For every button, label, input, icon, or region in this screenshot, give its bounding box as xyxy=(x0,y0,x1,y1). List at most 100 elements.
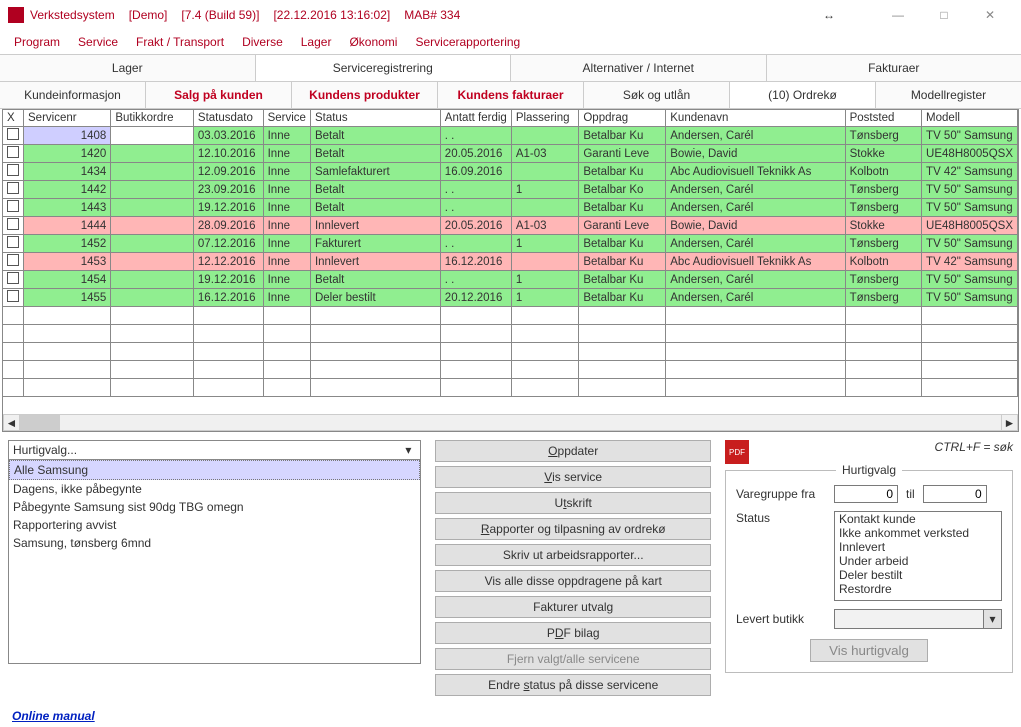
order-queue-grid[interactable]: XServicenrButikkordreStatusdatoServiceSt… xyxy=(2,109,1019,432)
table-row[interactable]: 144319.12.2016InneBetalt. .Betalbar KuAn… xyxy=(3,199,1018,217)
action-button[interactable]: Vis service xyxy=(435,466,711,488)
table-row[interactable]: 140803.03.2016InneBetalt. .Betalbar KuAn… xyxy=(3,127,1018,145)
status-option[interactable]: Ikke ankommet verksted xyxy=(835,526,1001,540)
table-row[interactable]: 143412.09.2016InneSamlefakturert16.09.20… xyxy=(3,163,1018,181)
col-header[interactable]: Status xyxy=(310,110,440,127)
levert-butikk-combo[interactable]: ▾ xyxy=(834,609,1002,629)
scroll-thumb[interactable] xyxy=(20,415,60,430)
quick-select-header[interactable]: Hurtigvalg... ▾ xyxy=(8,440,421,460)
subtab-s-k-og-utl-n[interactable]: Søk og utlån xyxy=(584,82,730,108)
levert-butikk-label: Levert butikk xyxy=(736,612,826,626)
col-header[interactable]: Plassering xyxy=(511,110,579,127)
scroll-left-button[interactable]: ◄ xyxy=(3,414,20,431)
subtab-kundens-fakturaer[interactable]: Kundens fakturaer xyxy=(438,82,584,108)
status-option[interactable]: Under arbeid xyxy=(835,554,1001,568)
window-minimize-button[interactable]: — xyxy=(875,0,921,30)
menu--konomi[interactable]: Økonomi xyxy=(341,33,405,51)
subtab-kundeinformasjon[interactable]: Kundeinformasjon xyxy=(0,82,146,108)
cell: Andersen, Carél xyxy=(666,289,845,307)
action-button[interactable]: Endre status på disse servicene xyxy=(435,674,711,696)
pdf-icon[interactable] xyxy=(725,440,749,464)
col-header[interactable]: Service xyxy=(263,110,310,127)
row-checkbox[interactable] xyxy=(7,254,19,266)
horizontal-scrollbar[interactable]: ◄ ► xyxy=(3,414,1018,431)
subtab--ordrek-[interactable]: (10) Ordrekø xyxy=(730,82,876,108)
cell: 1 xyxy=(511,235,579,253)
subtab-modellregister[interactable]: Modellregister xyxy=(876,82,1021,108)
vis-hurtigvalg-button[interactable]: Vis hurtigvalg xyxy=(810,639,928,662)
tab-alternativer-internet[interactable]: Alternativer / Internet xyxy=(511,55,767,81)
row-checkbox[interactable] xyxy=(7,218,19,230)
subtab-salg-p-kunden[interactable]: Salg på kunden xyxy=(146,82,292,108)
status-option[interactable]: Deler bestilt xyxy=(835,568,1001,582)
varegruppe-til-input[interactable] xyxy=(923,485,987,503)
cell: Tønsberg xyxy=(845,289,921,307)
cell: Andersen, Carél xyxy=(666,271,845,289)
tab-lager[interactable]: Lager xyxy=(0,55,256,81)
table-row[interactable]: 145516.12.2016InneDeler bestilt20.12.201… xyxy=(3,289,1018,307)
menu-lager[interactable]: Lager xyxy=(293,33,340,51)
col-header[interactable]: Poststed xyxy=(845,110,921,127)
action-button[interactable]: Utskrift xyxy=(435,492,711,514)
quick-select-item[interactable]: Dagens, ikke påbegynte xyxy=(9,480,420,498)
col-header[interactable]: Statusdato xyxy=(193,110,263,127)
window-close-button[interactable]: ✕ xyxy=(967,0,1013,30)
col-header[interactable]: Servicenr xyxy=(24,110,111,127)
scroll-right-button[interactable]: ► xyxy=(1001,414,1018,431)
table-row[interactable]: 145207.12.2016InneFakturert. .1Betalbar … xyxy=(3,235,1018,253)
status-option[interactable]: Innlevert xyxy=(835,540,1001,554)
cell: 1444 xyxy=(24,217,111,235)
table-row[interactable]: 145419.12.2016InneBetalt. .1Betalbar KuA… xyxy=(3,271,1018,289)
tab-serviceregistrering[interactable]: Serviceregistrering xyxy=(256,55,512,81)
row-checkbox[interactable] xyxy=(7,146,19,158)
row-checkbox[interactable] xyxy=(7,236,19,248)
cell: TV 42" Samsung xyxy=(922,253,1018,271)
col-header[interactable]: Butikkordre xyxy=(111,110,194,127)
row-checkbox[interactable] xyxy=(7,164,19,176)
quick-select-list[interactable]: Alle SamsungDagens, ikke påbegyntePåbegy… xyxy=(8,460,421,664)
action-button[interactable]: Rapporter og tilpasning av ordrekø xyxy=(435,518,711,540)
scroll-track[interactable] xyxy=(20,414,1001,431)
varegruppe-fra-input[interactable] xyxy=(834,485,898,503)
row-checkbox[interactable] xyxy=(7,200,19,212)
menu-service[interactable]: Service xyxy=(70,33,126,51)
menu-servicerapportering[interactable]: Servicerapportering xyxy=(407,33,528,51)
row-checkbox[interactable] xyxy=(7,272,19,284)
status-option[interactable]: Kontakt kunde xyxy=(835,512,1001,526)
action-button[interactable]: PDF bilag xyxy=(435,622,711,644)
menu-diverse[interactable]: Diverse xyxy=(234,33,291,51)
quick-select-item[interactable]: Samsung, tønsberg 6mnd xyxy=(9,534,420,552)
row-checkbox[interactable] xyxy=(7,290,19,302)
quick-select-item[interactable]: Rapportering avvist xyxy=(9,516,420,534)
col-header[interactable]: Modell xyxy=(922,110,1018,127)
subtab-kundens-produkter[interactable]: Kundens produkter xyxy=(292,82,438,108)
col-header[interactable]: Oppdrag xyxy=(579,110,666,127)
levert-butikk-input[interactable] xyxy=(834,609,984,629)
action-button[interactable]: Oppdater xyxy=(435,440,711,462)
chevron-down-icon[interactable]: ▾ xyxy=(984,609,1002,629)
menu-program[interactable]: Program xyxy=(6,33,68,51)
action-button[interactable]: Fakturer utvalg xyxy=(435,596,711,618)
action-button[interactable]: Skriv ut arbeidsrapporter... xyxy=(435,544,711,566)
menu-frakt-transport[interactable]: Frakt / Transport xyxy=(128,33,232,51)
tab-fakturaer[interactable]: Fakturaer xyxy=(767,55,1021,81)
row-checkbox[interactable] xyxy=(7,182,19,194)
quick-select-item[interactable]: Påbegynte Samsung sist 90dg TBG omegn xyxy=(9,498,420,516)
col-header[interactable]: X xyxy=(3,110,24,127)
table-row[interactable]: 145312.12.2016InneInnlevert16.12.2016Bet… xyxy=(3,253,1018,271)
col-header[interactable]: Kundenavn xyxy=(666,110,845,127)
row-checkbox[interactable] xyxy=(7,128,19,140)
col-header[interactable]: Antatt ferdig xyxy=(440,110,511,127)
action-button[interactable]: Vis alle disse oppdragene på kart xyxy=(435,570,711,592)
chevron-down-icon[interactable]: ▾ xyxy=(400,443,416,457)
table-row[interactable]: 144223.09.2016InneBetalt. .1Betalbar KoA… xyxy=(3,181,1018,199)
online-manual-link[interactable]: Online manual xyxy=(12,709,95,723)
status-listbox[interactable]: Kontakt kundeIkke ankommet verkstedInnle… xyxy=(834,511,1002,601)
resize-arrows-icon[interactable]: ↔ xyxy=(823,8,835,22)
table-row[interactable]: 144428.09.2016InneInnlevert20.05.2016A1-… xyxy=(3,217,1018,235)
window-maximize-button[interactable]: □ xyxy=(921,0,967,30)
quick-select-item[interactable]: Alle Samsung xyxy=(9,460,420,480)
cell: A1-03 xyxy=(511,217,579,235)
status-option[interactable]: Restordre xyxy=(835,582,1001,596)
table-row[interactable]: 142012.10.2016InneBetalt20.05.2016A1-03G… xyxy=(3,145,1018,163)
